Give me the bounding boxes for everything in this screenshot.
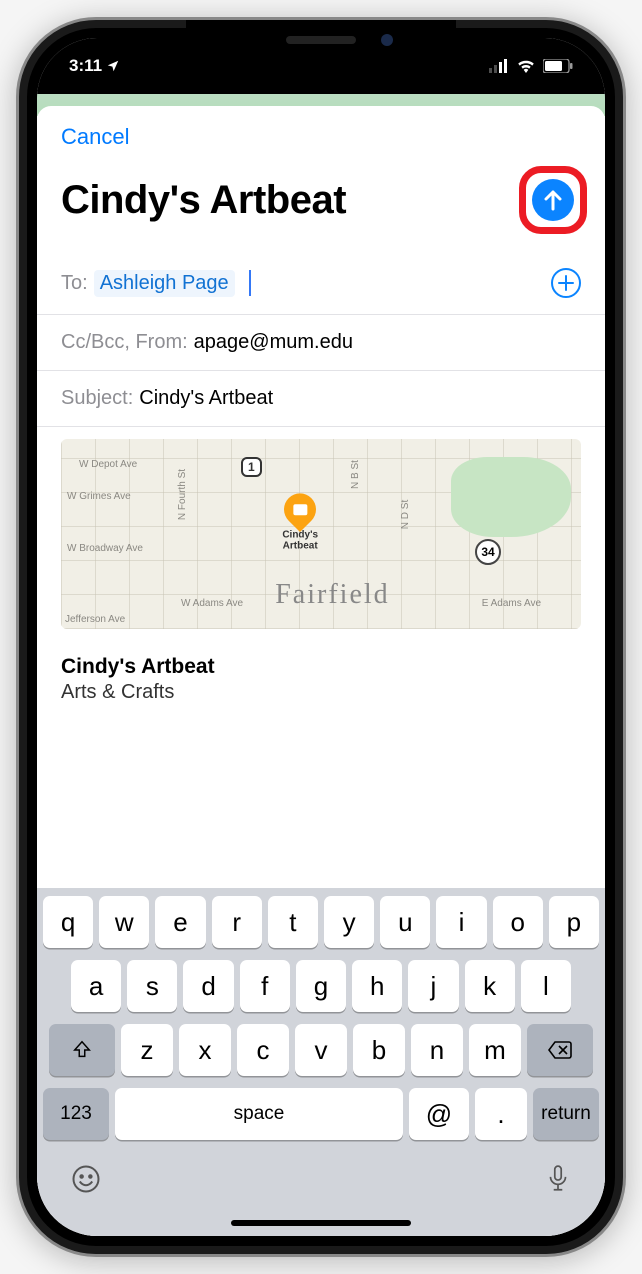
keyboard-row-1: q w e r t y u i o p <box>43 896 599 948</box>
street-label: W Broadway Ave <box>67 543 143 554</box>
key-u[interactable]: u <box>380 896 430 948</box>
street-label: N B St <box>350 460 361 489</box>
key-j[interactable]: j <box>408 960 458 1012</box>
home-indicator[interactable] <box>231 1220 411 1226</box>
key-b[interactable]: b <box>353 1024 405 1076</box>
pin-label: Cindy's Artbeat <box>270 529 330 551</box>
cancel-button[interactable]: Cancel <box>61 120 129 154</box>
key-s[interactable]: s <box>127 960 177 1012</box>
key-p[interactable]: p <box>549 896 599 948</box>
to-field[interactable]: To: Ashleigh Page <box>37 252 605 315</box>
subject-label: Subject: <box>61 387 133 410</box>
screen: 3:11 Cancel Cindy's Artbeat <box>37 38 605 1236</box>
key-g[interactable]: g <box>296 960 346 1012</box>
from-email: apage@mum.edu <box>194 331 353 354</box>
street-label: W Depot Ave <box>79 459 137 470</box>
key-w[interactable]: w <box>99 896 149 948</box>
key-k[interactable]: k <box>465 960 515 1012</box>
key-z[interactable]: z <box>121 1024 173 1076</box>
annotation-highlight <box>519 166 587 234</box>
text-cursor <box>249 270 251 296</box>
key-r[interactable]: r <box>212 896 262 948</box>
keyboard-row-3: z x c v b n m <box>43 1024 599 1076</box>
street-label: Jefferson Ave <box>65 614 125 625</box>
key-backspace[interactable] <box>527 1024 593 1076</box>
subject-value: Cindy's Artbeat <box>139 387 273 410</box>
battery-icon <box>543 59 573 73</box>
key-d[interactable]: d <box>183 960 233 1012</box>
shift-icon <box>71 1039 93 1061</box>
key-at[interactable]: @ <box>409 1088 469 1140</box>
status-time: 3:11 <box>69 56 102 76</box>
keyboard: q w e r t y u i o p a s d f g h <box>37 888 605 1236</box>
key-m[interactable]: m <box>469 1024 521 1076</box>
key-shift[interactable] <box>49 1024 115 1076</box>
key-o[interactable]: o <box>493 896 543 948</box>
street-label: N Fourth St <box>177 469 188 520</box>
backspace-icon <box>547 1040 573 1060</box>
place-name: Cindy's Artbeat <box>61 655 581 679</box>
street-label: W Adams Ave <box>181 598 243 609</box>
key-h[interactable]: h <box>352 960 402 1012</box>
key-i[interactable]: i <box>436 896 486 948</box>
street-label: W Grimes Ave <box>67 491 131 502</box>
map-attachment[interactable]: W Depot Ave W Grimes Ave W Broadway Ave … <box>61 439 581 629</box>
compose-sheet: Cancel Cindy's Artbeat To: Ashleigh Page <box>37 106 605 1236</box>
dictation-button[interactable] <box>545 1164 571 1202</box>
subject-field[interactable]: Subject: Cindy's Artbeat <box>37 371 605 427</box>
notch <box>186 20 456 62</box>
map-pin: Cindy's Artbeat <box>284 493 316 525</box>
mic-icon <box>545 1164 571 1194</box>
highway-shield: 34 <box>475 539 501 565</box>
key-q[interactable]: q <box>43 896 93 948</box>
ccbcc-label: Cc/Bcc, From: <box>61 331 188 354</box>
key-l[interactable]: l <box>521 960 571 1012</box>
ccbcc-from-field[interactable]: Cc/Bcc, From: apage@mum.edu <box>37 315 605 371</box>
add-contact-button[interactable] <box>551 268 581 298</box>
key-v[interactable]: v <box>295 1024 347 1076</box>
emoji-button[interactable] <box>71 1164 101 1202</box>
keyboard-row-2: a s d f g h j k l <box>43 960 599 1012</box>
key-x[interactable]: x <box>179 1024 231 1076</box>
map-city-label: Fairfield <box>275 579 389 611</box>
key-123[interactable]: 123 <box>43 1088 109 1140</box>
key-space[interactable]: space <box>115 1088 403 1140</box>
emoji-icon <box>71 1164 101 1194</box>
street-label: E Adams Ave <box>482 598 541 609</box>
message-body[interactable]: Cindy's Artbeat Arts & Crafts <box>37 629 605 714</box>
key-e[interactable]: e <box>155 896 205 948</box>
key-c[interactable]: c <box>237 1024 289 1076</box>
recipient-chip[interactable]: Ashleigh Page <box>94 270 235 297</box>
key-return[interactable]: return <box>533 1088 599 1140</box>
place-category: Arts & Crafts <box>61 681 581 704</box>
to-label: To: <box>61 272 88 295</box>
street-label: N D St <box>400 500 411 529</box>
route-badge: 1 <box>241 457 262 477</box>
key-dot[interactable]: . <box>475 1088 527 1140</box>
keyboard-row-4: 123 space @ . return <box>43 1088 599 1140</box>
compose-title: Cindy's Artbeat <box>61 178 346 223</box>
phone-frame: 3:11 Cancel Cindy's Artbeat <box>16 17 626 1257</box>
plus-icon <box>558 275 574 291</box>
key-t[interactable]: t <box>268 896 318 948</box>
key-f[interactable]: f <box>240 960 290 1012</box>
location-icon <box>106 59 120 73</box>
key-n[interactable]: n <box>411 1024 463 1076</box>
wifi-icon <box>516 59 536 73</box>
cellular-icon <box>489 59 509 73</box>
key-a[interactable]: a <box>71 960 121 1012</box>
key-y[interactable]: y <box>324 896 374 948</box>
